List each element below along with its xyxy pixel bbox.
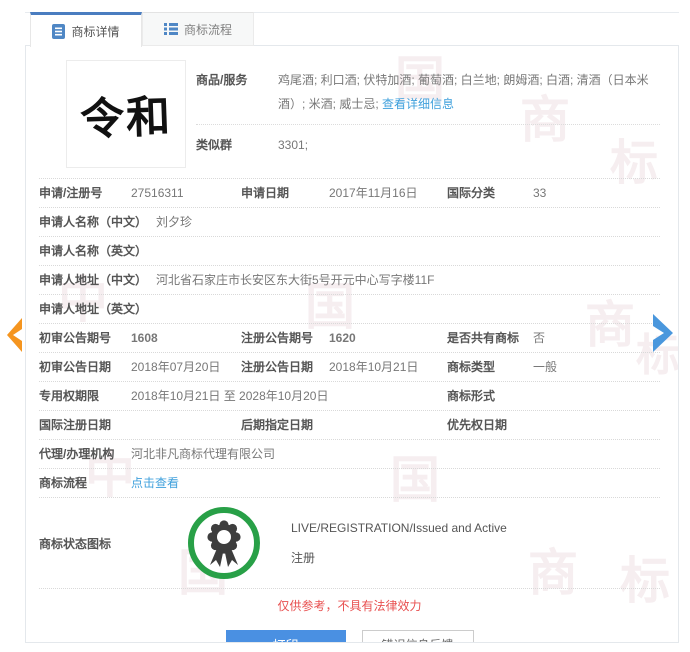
table-row: 初审公告期号 1608 注册公告期号 1620 是否共有商标 否 xyxy=(39,324,660,353)
list-icon xyxy=(164,23,178,35)
trademark-detail-page: 中国商标中国商标中国国商标 商标详情 xyxy=(0,0,690,652)
first-pub-date-value: 2018年07月20日 xyxy=(131,359,241,375)
similar-group-label: 类似群 xyxy=(196,133,278,157)
address-cn-value: 河北省石家庄市长安区东大街5号开元中心写字楼11F xyxy=(156,272,660,288)
similar-group-row: 类似群 3301; xyxy=(196,127,660,163)
late-date-value xyxy=(329,417,447,433)
next-arrow-icon[interactable] xyxy=(651,313,675,356)
tm-type-label: 商标类型 xyxy=(447,359,533,375)
status-line-chinese: 注册 xyxy=(291,543,507,573)
priority-date-label: 优先权日期 xyxy=(447,417,533,433)
goods-services-value: 鸡尾酒; 利口酒; 伏特加酒; 葡萄酒; 白兰地; 朗姆酒; 白酒; 清酒（日本… xyxy=(278,73,649,111)
table-row: 申请人地址（中文） 河北省石家庄市长安区东大街5号开元中心写字楼11F xyxy=(39,266,660,295)
click-to-view-link[interactable]: 点击查看 xyxy=(131,476,179,490)
view-details-link[interactable]: 查看详细信息 xyxy=(382,97,454,111)
tm-form-value xyxy=(533,388,660,404)
document-icon xyxy=(52,24,65,39)
applicant-cn-value: 刘夕珍 xyxy=(156,214,660,230)
table-row: 申请人名称（中文） 刘夕珍 xyxy=(39,208,660,237)
intl-class-label: 国际分类 xyxy=(447,185,533,201)
trademark-status-row: 商标状态图标 xyxy=(39,498,660,589)
tab-label: 商标流程 xyxy=(184,21,232,38)
address-en-value xyxy=(156,301,660,317)
applicant-en-label: 申请人名称（英文） xyxy=(39,243,156,259)
similar-group-value: 3301; xyxy=(278,133,660,157)
address-cn-label: 申请人地址（中文） xyxy=(39,272,156,288)
reg-no-value: 27516311 xyxy=(131,185,241,201)
action-buttons: 打印 错误信息反馈 xyxy=(39,630,660,643)
intl-reg-date-label: 国际注册日期 xyxy=(39,417,131,433)
tab-trademark-details[interactable]: 商标详情 xyxy=(30,12,142,47)
address-en-label: 申请人地址（英文） xyxy=(39,301,156,317)
late-date-label: 后期指定日期 xyxy=(241,417,329,433)
trademark-image-text: 令和 xyxy=(79,80,173,147)
reg-pub-no-label: 注册公告期号 xyxy=(241,330,329,346)
tab-trademark-process[interactable]: 商标流程 xyxy=(142,12,254,46)
intl-class-value: 33 xyxy=(533,185,660,201)
shared-value: 否 xyxy=(533,330,660,346)
reg-pub-date-label: 注册公告日期 xyxy=(241,359,329,375)
agency-value: 河北非凡商标代理有限公司 xyxy=(131,446,660,462)
reg-no-label: 申请/注册号 xyxy=(39,185,131,201)
applicant-en-value xyxy=(156,243,660,259)
disclaimer-text: 仅供参考，不具有法律效力 xyxy=(39,597,660,614)
tab-label: 商标详情 xyxy=(71,23,119,40)
table-row: 申请人名称（英文） xyxy=(39,237,660,266)
trademark-summary-section: 令和 商品/服务 鸡尾酒; 利口酒; 伏特加酒; 葡萄酒; 白兰地; 朗姆酒; … xyxy=(39,60,660,168)
status-line-english: LIVE/REGISTRATION/Issued and Active xyxy=(291,513,507,543)
first-pub-no-label: 初审公告期号 xyxy=(39,330,131,346)
right-period-label: 专用权期限 xyxy=(39,388,131,404)
divider xyxy=(196,124,660,125)
first-pub-no-value: 1608 xyxy=(131,330,241,346)
applicant-cn-label: 申请人名称（中文） xyxy=(39,214,156,230)
reg-pub-no-value: 1620 xyxy=(329,330,447,346)
table-row: 商标流程 点击查看 xyxy=(39,469,660,498)
first-pub-date-label: 初审公告日期 xyxy=(39,359,131,375)
medal-badge-icon xyxy=(187,506,261,580)
shared-label: 是否共有商标 xyxy=(447,330,533,346)
priority-date-value xyxy=(533,417,660,433)
field-table: 申请/注册号 27516311 申请日期 2017年11月16日 国际分类 33… xyxy=(39,178,660,589)
table-row: 申请/注册号 27516311 申请日期 2017年11月16日 国际分类 33 xyxy=(39,179,660,208)
tm-type-value: 一般 xyxy=(533,359,660,375)
app-date-value: 2017年11月16日 xyxy=(329,185,447,201)
app-date-label: 申请日期 xyxy=(241,185,329,201)
agency-label: 代理/办理机构 xyxy=(39,446,131,462)
error-feedback-button[interactable]: 错误信息反馈 xyxy=(362,630,474,643)
status-label: 商标状态图标 xyxy=(39,535,169,552)
trademark-detail-card: 令和 商品/服务 鸡尾酒; 利口酒; 伏特加酒; 葡萄酒; 白兰地; 朗姆酒; … xyxy=(25,45,679,643)
prev-arrow-icon[interactable] xyxy=(5,317,23,356)
trademark-image: 令和 xyxy=(66,60,186,168)
table-row: 专用权期限 2018年10月21日 至 2028年10月20日 商标形式 xyxy=(39,382,660,411)
reg-pub-date-value: 2018年10月21日 xyxy=(329,359,447,375)
goods-services-row: 商品/服务 鸡尾酒; 利口酒; 伏特加酒; 葡萄酒; 白兰地; 朗姆酒; 白酒;… xyxy=(196,62,660,122)
table-row: 国际注册日期 后期指定日期 优先权日期 xyxy=(39,411,660,440)
right-period-value: 2018年10月21日 至 2028年10月20日 xyxy=(131,388,447,404)
tab-bar: 商标详情 商标流程 xyxy=(30,12,254,46)
table-row: 初审公告日期 2018年07月20日 注册公告日期 2018年10月21日 商标… xyxy=(39,353,660,382)
intl-reg-date-value xyxy=(131,417,241,433)
goods-services-label: 商品/服务 xyxy=(196,68,278,116)
table-row: 代理/办理机构 河北非凡商标代理有限公司 xyxy=(39,440,660,469)
process-label: 商标流程 xyxy=(39,475,131,491)
print-button[interactable]: 打印 xyxy=(226,630,346,643)
tm-form-label: 商标形式 xyxy=(447,388,533,404)
table-row: 申请人地址（英文） xyxy=(39,295,660,324)
